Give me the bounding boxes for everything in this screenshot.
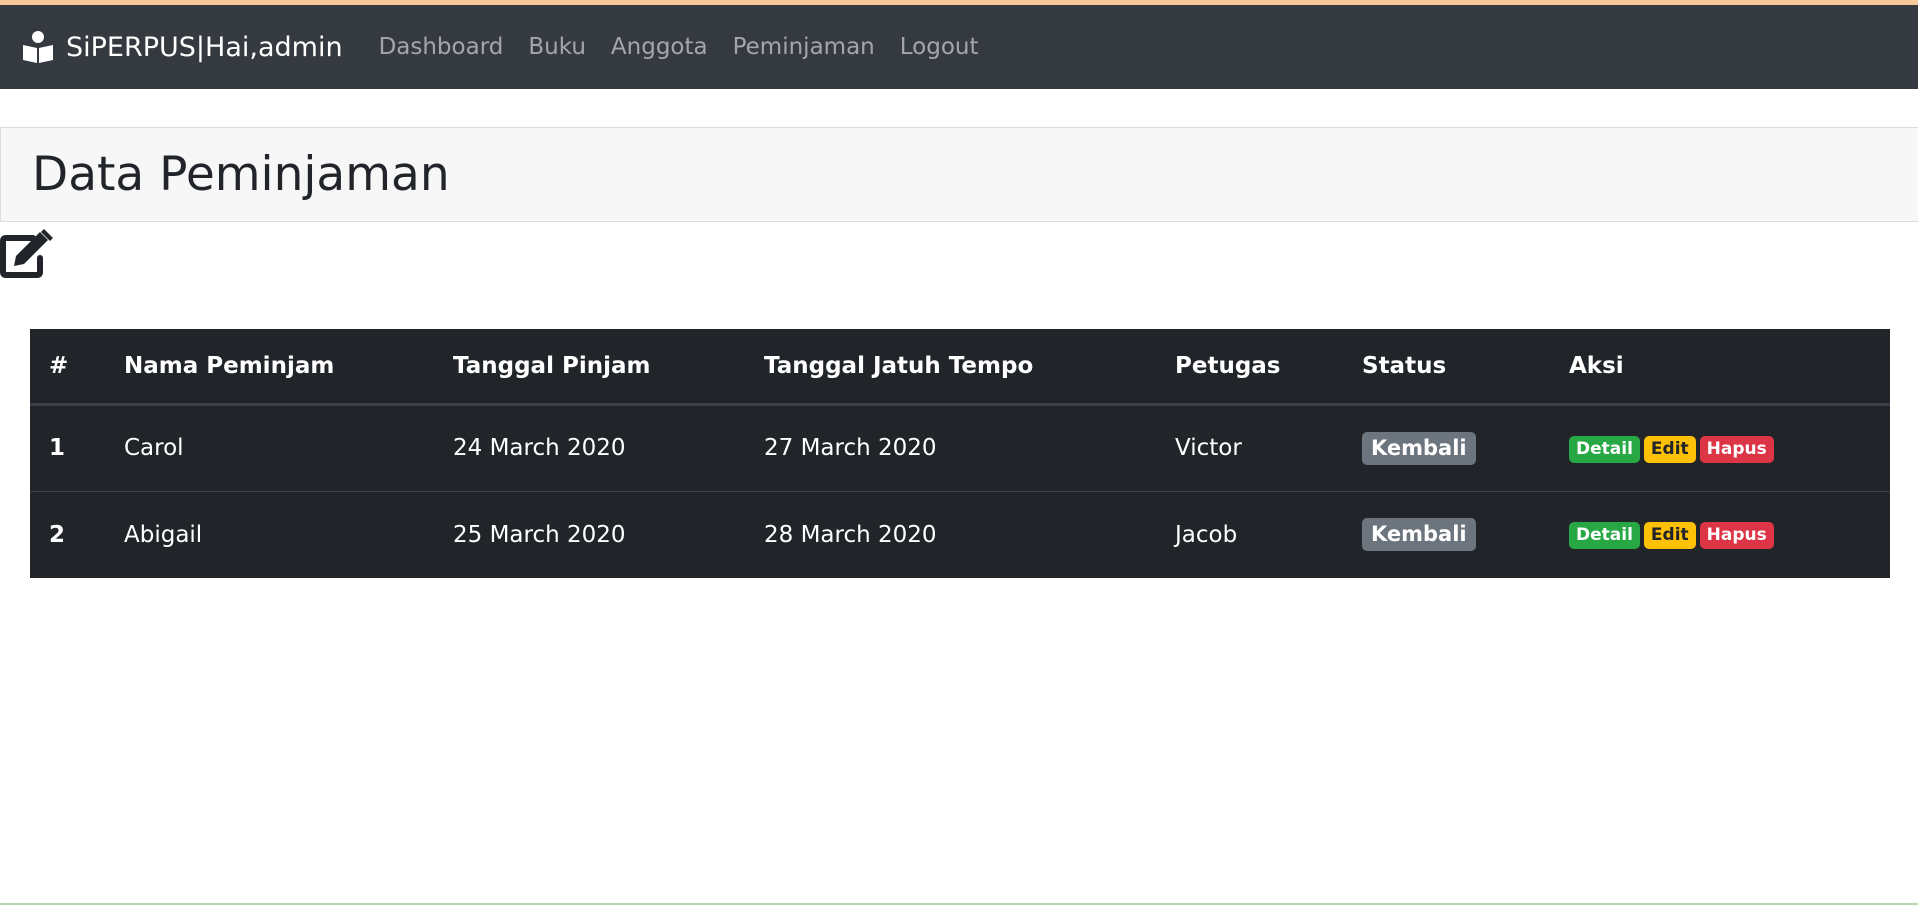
table-row: 1 Carol 24 March 2020 27 March 2020 Vict… (30, 403, 1890, 491)
row-status-cell: Kembali (1343, 490, 1550, 578)
edit-button[interactable]: Edit (1643, 522, 1696, 550)
column-header-aksi: Aksi (1550, 329, 1890, 406)
row-tanggal-pinjam: 24 March 2020 (434, 403, 745, 491)
column-header-status: Status (1343, 329, 1550, 406)
row-number: 2 (30, 490, 105, 578)
row-status-cell: Kembali (1343, 403, 1550, 491)
status-badge: Kembali (1362, 431, 1476, 465)
row-petugas: Victor (1156, 403, 1343, 491)
hapus-button[interactable]: Hapus (1699, 435, 1774, 463)
column-header-nama: Nama Peminjam (105, 329, 434, 406)
nav-link-peminjaman[interactable]: Peminjaman (733, 34, 875, 60)
detail-button[interactable]: Detail (1569, 522, 1640, 550)
navbar: SiPERPUS|Hai,admin Dashboard Buku Anggot… (0, 5, 1918, 89)
hapus-button[interactable]: Hapus (1699, 522, 1774, 550)
column-header-jatuh-tempo: Tanggal Jatuh Tempo (745, 329, 1156, 406)
row-nama: Carol (105, 403, 434, 491)
column-header-petugas: Petugas (1156, 329, 1343, 406)
peminjaman-table-container: # Nama Peminjam Tanggal Pinjam Tanggal J… (30, 329, 1890, 578)
row-tanggal-pinjam: 25 March 2020 (434, 490, 745, 578)
nav-link-logout[interactable]: Logout (900, 34, 979, 60)
row-jatuh-tempo: 27 March 2020 (745, 403, 1156, 491)
page-header: Data Peminjaman (0, 127, 1918, 222)
nav-link-dashboard[interactable]: Dashboard (379, 34, 504, 60)
edit-icon (0, 229, 53, 278)
navbar-brand[interactable]: SiPERPUS|Hai,admin (22, 30, 343, 64)
reader-icon (22, 30, 54, 64)
status-badge: Kembali (1362, 518, 1476, 552)
column-header-number: # (30, 329, 105, 406)
table-row: 2 Abigail 25 March 2020 28 March 2020 Ja… (30, 490, 1890, 578)
detail-button[interactable]: Detail (1569, 435, 1640, 463)
table-header-row: # Nama Peminjam Tanggal Pinjam Tanggal J… (30, 329, 1890, 406)
add-peminjaman-button[interactable] (0, 228, 56, 280)
row-nama: Abigail (105, 490, 434, 578)
column-header-tanggal-pinjam: Tanggal Pinjam (434, 329, 745, 406)
page-title: Data Peminjaman (32, 147, 450, 202)
nav-link-buku[interactable]: Buku (528, 34, 586, 60)
edit-button[interactable]: Edit (1643, 435, 1696, 463)
row-number: 1 (30, 403, 105, 491)
peminjaman-table: # Nama Peminjam Tanggal Pinjam Tanggal J… (30, 329, 1890, 578)
nav-link-anggota[interactable]: Anggota (611, 34, 708, 60)
row-petugas: Jacob (1156, 490, 1343, 578)
row-actions-cell: Detail Edit Hapus (1550, 403, 1890, 491)
navbar-brand-text: SiPERPUS|Hai,admin (66, 31, 343, 63)
row-actions-cell: Detail Edit Hapus (1550, 490, 1890, 578)
row-jatuh-tempo: 28 March 2020 (745, 490, 1156, 578)
